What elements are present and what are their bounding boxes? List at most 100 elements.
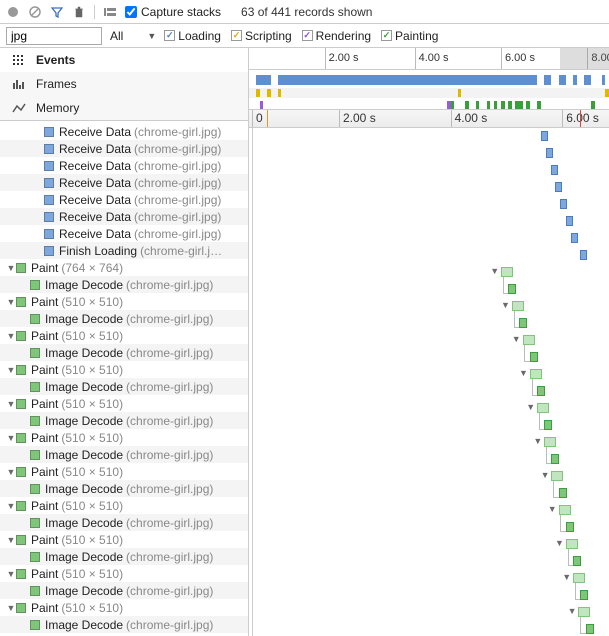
event-row[interactable]: ▼Paint (510 × 510) <box>0 565 248 582</box>
legend-rendering[interactable]: ✓Rendering <box>302 29 371 43</box>
decode-segment[interactable] <box>519 318 527 328</box>
paint-segment[interactable] <box>551 471 563 481</box>
legend-painting[interactable]: ✓Painting <box>381 29 438 43</box>
disclosure-icon[interactable]: ▼ <box>6 501 16 511</box>
event-row[interactable]: Image Decode (chrome-girl.jpg) <box>0 582 248 599</box>
event-row[interactable]: Image Decode (chrome-girl.jpg) <box>0 514 248 531</box>
event-row[interactable]: ▼Paint (510 × 510) <box>0 599 248 616</box>
event-row[interactable]: Image Decode (chrome-girl.jpg) <box>0 412 248 429</box>
overview-ruler[interactable]: 2.00 s4.00 s6.00 s8.00 s <box>249 48 609 70</box>
paint-segment[interactable] <box>559 505 571 515</box>
disclosure-icon[interactable]: ▼ <box>6 433 16 443</box>
disclosure-icon[interactable]: ▼ <box>548 504 557 514</box>
event-row[interactable]: ▼Paint (510 × 510) <box>0 327 248 344</box>
disclosure-icon[interactable]: ▼ <box>6 297 16 307</box>
decode-segment[interactable] <box>537 386 545 396</box>
decode-segment[interactable] <box>580 590 588 600</box>
paint-segment[interactable] <box>544 437 556 447</box>
event-row[interactable]: Receive Data (chrome-girl.jpg) <box>0 157 248 174</box>
event-row[interactable]: Receive Data (chrome-girl.jpg) <box>0 191 248 208</box>
capture-stacks-input[interactable] <box>125 6 137 18</box>
event-row[interactable]: Receive Data (chrome-girl.jpg) <box>0 208 248 225</box>
event-row[interactable]: Receive Data (chrome-girl.jpg) <box>0 140 248 157</box>
disclosure-icon[interactable]: ▼ <box>533 436 542 446</box>
event-row[interactable]: ▼Paint (764 × 764) <box>0 259 248 276</box>
event-row[interactable]: ▼Paint (510 × 510) <box>0 361 248 378</box>
filter-icon[interactable] <box>50 5 64 19</box>
event-row[interactable]: Image Decode (chrome-girl.jpg) <box>0 310 248 327</box>
overview-strip[interactable] <box>249 70 609 110</box>
event-row[interactable]: Receive Data (chrome-girl.jpg) <box>0 174 248 191</box>
legend-loading[interactable]: ✓Loading <box>164 29 221 43</box>
disclosure-icon[interactable]: ▼ <box>555 538 564 548</box>
tab-memory[interactable]: Memory <box>0 96 248 120</box>
event-row[interactable]: ▼Paint (510 × 510) <box>0 395 248 412</box>
legend-scripting[interactable]: ✓Scripting <box>231 29 292 43</box>
loading-segment[interactable] <box>566 216 573 226</box>
frames-mode-icon[interactable] <box>103 5 117 19</box>
event-row[interactable]: Image Decode (chrome-girl.jpg) <box>0 378 248 395</box>
disclosure-icon[interactable]: ▼ <box>6 467 16 477</box>
tab-frames[interactable]: Frames <box>0 72 248 96</box>
paint-segment[interactable] <box>573 573 585 583</box>
event-row[interactable]: ▼Paint (510 × 510) <box>0 293 248 310</box>
event-row[interactable]: ▼Paint (510 × 510) <box>0 463 248 480</box>
disclosure-icon[interactable]: ▼ <box>541 470 550 480</box>
capture-stacks-checkbox[interactable]: Capture stacks <box>125 5 221 19</box>
event-row[interactable]: Image Decode (chrome-girl.jpg) <box>0 446 248 463</box>
event-row[interactable]: Image Decode (chrome-girl.jpg) <box>0 344 248 361</box>
detail-ruler[interactable]: 02.00 s4.00 s6.00 s <box>249 110 609 128</box>
record-icon[interactable] <box>6 5 20 19</box>
disclosure-icon[interactable]: ▼ <box>526 402 535 412</box>
loading-segment[interactable] <box>551 165 558 175</box>
event-row[interactable]: ▼Paint (510 × 510) <box>0 531 248 548</box>
loading-segment[interactable] <box>546 148 553 158</box>
category-dropdown[interactable]: All ▼ <box>110 29 156 43</box>
event-row[interactable]: Finish Loading (chrome-girl.j… <box>0 242 248 259</box>
disclosure-icon[interactable]: ▼ <box>6 399 16 409</box>
detail-pane[interactable]: 02.00 s4.00 s6.00 s ▼▼▼▼▼▼▼▼▼▼▼ <box>249 110 609 636</box>
event-row[interactable]: ▼Paint (510 × 510) <box>0 429 248 446</box>
loading-segment[interactable] <box>541 131 548 141</box>
trash-icon[interactable] <box>72 5 86 19</box>
decode-segment[interactable] <box>573 556 581 566</box>
loading-segment[interactable] <box>560 199 567 209</box>
decode-segment[interactable] <box>551 454 559 464</box>
event-row[interactable]: Image Decode (chrome-girl.jpg) <box>0 616 248 633</box>
event-row[interactable]: Receive Data (chrome-girl.jpg) <box>0 123 248 140</box>
decode-segment[interactable] <box>544 420 552 430</box>
decode-segment[interactable] <box>566 522 574 532</box>
paint-segment[interactable] <box>523 335 535 345</box>
event-row[interactable]: Receive Data (chrome-girl.jpg) <box>0 225 248 242</box>
disclosure-icon[interactable]: ▼ <box>512 334 521 344</box>
filter-input[interactable] <box>6 27 102 45</box>
paint-segment[interactable] <box>566 539 578 549</box>
disclosure-icon[interactable]: ▼ <box>568 606 577 616</box>
clear-icon[interactable] <box>28 5 42 19</box>
disclosure-icon[interactable]: ▼ <box>6 569 16 579</box>
decode-segment[interactable] <box>508 284 516 294</box>
loading-segment[interactable] <box>555 182 562 192</box>
disclosure-icon[interactable]: ▼ <box>6 365 16 375</box>
paint-segment[interactable] <box>512 301 524 311</box>
selection-range[interactable] <box>560 48 609 69</box>
disclosure-icon[interactable]: ▼ <box>6 331 16 341</box>
paint-segment[interactable] <box>530 369 542 379</box>
disclosure-icon[interactable]: ▼ <box>562 572 571 582</box>
decode-segment[interactable] <box>559 488 567 498</box>
loading-segment[interactable] <box>580 250 587 260</box>
event-row[interactable]: Image Decode (chrome-girl.jpg) <box>0 276 248 293</box>
disclosure-icon[interactable]: ▼ <box>519 368 528 378</box>
events-list[interactable]: Receive Data (chrome-girl.jpg)Receive Da… <box>0 121 248 636</box>
paint-segment[interactable] <box>501 267 513 277</box>
disclosure-icon[interactable]: ▼ <box>6 263 16 273</box>
decode-segment[interactable] <box>530 352 538 362</box>
disclosure-icon[interactable]: ▼ <box>6 603 16 613</box>
paint-segment[interactable] <box>578 607 590 617</box>
event-row[interactable]: Image Decode (chrome-girl.jpg) <box>0 480 248 497</box>
loading-segment[interactable] <box>571 233 578 243</box>
paint-segment[interactable] <box>537 403 549 413</box>
event-row[interactable]: ▼Paint (510 × 510) <box>0 497 248 514</box>
decode-segment[interactable] <box>586 624 594 634</box>
disclosure-icon[interactable]: ▼ <box>6 535 16 545</box>
